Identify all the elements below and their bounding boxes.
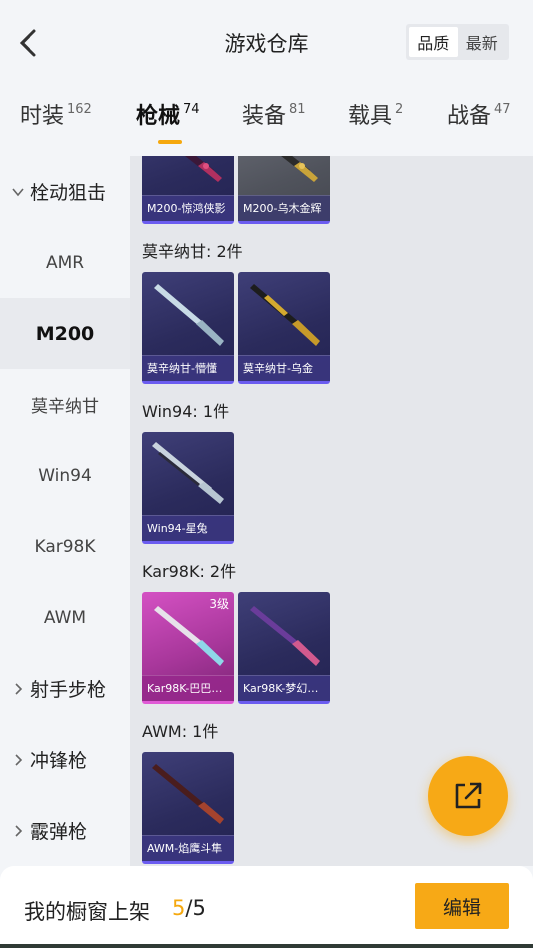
sidebar-item-amr[interactable]: AMR bbox=[0, 227, 130, 298]
sidebar-group-bolt-action[interactable]: 栓动狙击 bbox=[0, 156, 130, 227]
sidebar-item-win94[interactable]: Win94 bbox=[0, 440, 130, 511]
rifle-icon bbox=[152, 764, 224, 824]
weapon-category-sidebar: 栓动狙击 AMR M200 莫辛纳甘 Win94 Kar98K AWM 射手步枪… bbox=[0, 156, 130, 866]
section-title-mosin-nagant: 莫辛纳甘: 2件 bbox=[142, 242, 243, 261]
tab-label: 装备 bbox=[242, 104, 287, 129]
sidebar-item-mosin-nagant[interactable]: 莫辛纳甘 bbox=[0, 369, 130, 440]
skin-name: M200-惊鸿侠影 bbox=[142, 195, 234, 221]
skin-name: Kar98K-巴巴托斯 bbox=[142, 675, 234, 701]
rifle-icon bbox=[152, 442, 224, 504]
tab-supplies[interactable]: 战备 47 bbox=[447, 102, 511, 148]
rifle-icon bbox=[185, 156, 222, 182]
rifle-icon bbox=[250, 284, 320, 346]
showcase-current-count: 5 bbox=[172, 896, 186, 920]
rifle-icon bbox=[154, 284, 224, 346]
skin-card-win94-1[interactable]: Win94-星兔 bbox=[142, 432, 234, 544]
share-button[interactable] bbox=[428, 756, 508, 836]
tab-label: 时装 bbox=[20, 104, 65, 129]
tab-count: 162 bbox=[67, 102, 92, 117]
section-title-awm: AWM: 1件 bbox=[142, 722, 219, 741]
rifle-icon bbox=[154, 606, 224, 666]
sort-by-quality-button[interactable]: 品质 bbox=[409, 27, 458, 57]
showcase-total-count: 5 bbox=[192, 896, 206, 920]
tab-count: 74 bbox=[183, 102, 200, 117]
chevron-right-icon bbox=[10, 823, 26, 839]
edit-button[interactable]: 编辑 bbox=[415, 883, 509, 929]
sidebar-group-marksman-rifle[interactable]: 射手步枪 bbox=[0, 653, 130, 724]
chevron-right-icon bbox=[10, 681, 26, 697]
sort-by-newest-button[interactable]: 最新 bbox=[458, 27, 507, 57]
sidebar-item-awm[interactable]: AWM bbox=[0, 582, 130, 653]
share-icon bbox=[455, 782, 482, 809]
header-bar: 游戏仓库 品质 最新 bbox=[0, 0, 533, 86]
rifle-icon bbox=[250, 606, 320, 666]
skin-name: 莫辛纳甘-乌金 bbox=[238, 355, 330, 381]
tab-firearms[interactable]: 枪械 74 bbox=[136, 102, 200, 148]
sidebar-group-smg[interactable]: 冲锋枪 bbox=[0, 724, 130, 795]
tab-count: 2 bbox=[395, 102, 404, 117]
sidebar-group-shotgun[interactable]: 霰弹枪 bbox=[0, 795, 130, 866]
skin-name: AWM-焰鹰斗隼 bbox=[142, 835, 234, 861]
skin-card-kar98k-1[interactable]: 3级 Kar98K-巴巴托斯 bbox=[142, 592, 234, 704]
skin-card-mosin-1[interactable]: 莫辛纳甘-懵懂 bbox=[142, 272, 234, 384]
bottom-edge bbox=[0, 944, 533, 948]
sidebar-item-kar98k[interactable]: Kar98K bbox=[0, 511, 130, 582]
chevron-left-icon bbox=[19, 29, 36, 57]
section-title-win94: Win94: 1件 bbox=[142, 402, 230, 421]
skin-name: 莫辛纳甘-懵懂 bbox=[142, 355, 234, 381]
rifle-icon bbox=[281, 156, 318, 182]
sidebar-group-label: 栓动狙击 bbox=[30, 182, 107, 204]
back-button[interactable] bbox=[12, 26, 44, 60]
sort-toggle: 品质 最新 bbox=[406, 24, 509, 60]
sidebar-group-label: 霰弹枪 bbox=[30, 821, 88, 843]
tab-label: 战备 bbox=[447, 104, 492, 129]
skin-card-mosin-2[interactable]: 莫辛纳甘-乌金 bbox=[238, 272, 330, 384]
chevron-down-icon bbox=[10, 184, 26, 200]
skin-card-kar98k-2[interactable]: Kar98K-梦幻星辰 bbox=[238, 592, 330, 704]
sidebar-group-label: 射手步枪 bbox=[30, 679, 107, 701]
chevron-right-icon bbox=[10, 752, 26, 768]
tab-count: 47 bbox=[494, 102, 511, 117]
showcase-label: 我的橱窗上架 bbox=[24, 900, 150, 924]
section-title-kar98k: Kar98K: 2件 bbox=[142, 562, 237, 581]
showcase-count: 5/5 bbox=[172, 896, 206, 920]
skin-name: Win94-星兔 bbox=[142, 515, 234, 541]
tab-count: 81 bbox=[289, 102, 306, 117]
sidebar-group-label: 冲锋枪 bbox=[30, 750, 88, 772]
skin-name: M200-乌木金辉 bbox=[238, 195, 330, 221]
active-tab-indicator bbox=[158, 140, 182, 144]
tab-label: 枪械 bbox=[136, 104, 181, 129]
sidebar-item-m200[interactable]: M200 bbox=[0, 298, 130, 369]
tab-vehicles[interactable]: 载具 2 bbox=[348, 102, 403, 148]
tab-fashion[interactable]: 时装 162 bbox=[20, 102, 92, 148]
tab-equipment[interactable]: 装备 81 bbox=[242, 102, 306, 148]
skin-card-awm-1[interactable]: AWM-焰鹰斗隼 bbox=[142, 752, 234, 864]
skin-card-m200-1[interactable]: M200-惊鸿侠影 bbox=[142, 156, 234, 224]
skin-name: Kar98K-梦幻星辰 bbox=[238, 675, 330, 701]
tab-label: 载具 bbox=[348, 104, 393, 129]
showcase-footer: 我的橱窗上架 5/5 编辑 bbox=[0, 866, 533, 948]
skin-card-m200-2[interactable]: M200-乌木金辉 bbox=[238, 156, 330, 224]
category-tabs: 时装 162 枪械 74 装备 81 载具 2 战备 47 bbox=[0, 96, 533, 156]
